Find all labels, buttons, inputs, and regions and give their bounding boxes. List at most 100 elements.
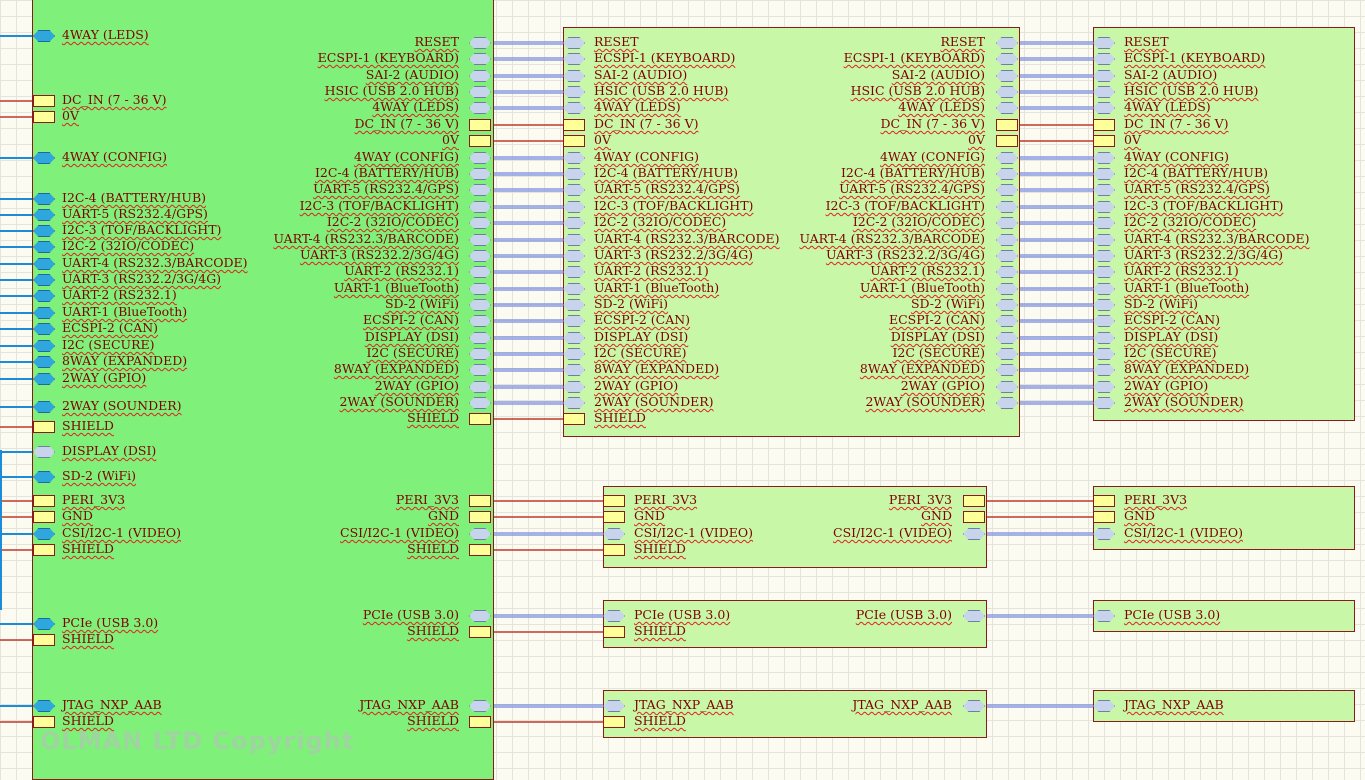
sheetA-left-label: HSIC (USB 2.0 HUB): [594, 83, 729, 98]
sheetA-left-label: UART-5 (RS232.4/GPS): [594, 181, 740, 196]
main-right-label: 4WAY (LEDS): [372, 99, 459, 114]
main-right-label: CSI/I2C-1 (VIDEO): [340, 525, 459, 540]
sheetA-left-pcie_ports-1-port[interactable]: [603, 626, 625, 638]
main-left-label: DC_IN (7 - 36 V): [62, 92, 167, 107]
sheetA-left-jtag_ports-1-port[interactable]: [603, 716, 625, 728]
main-left-label: ECSPI-2 (CAN): [62, 320, 159, 335]
main-right-label: DISPLAY (DSI): [364, 329, 459, 344]
sheetA-right-label: UART-5 (RS232.4/GPS): [839, 181, 985, 196]
sheetA-right-label: I2C-4 (BATTERY/HUB): [840, 165, 985, 180]
sheetB-left-label: JTAG_NXP_AAB: [1124, 697, 1224, 712]
sheetA-right-label: UART-4 (RS232.3/BARCODE): [799, 231, 985, 246]
sheetA-left-label: I2C-2 (32IO/CODEC): [594, 214, 727, 229]
main-right-label: 4WAY (CONFIG): [353, 149, 459, 164]
sheetA-left-video_ports-1-port[interactable]: [603, 511, 625, 523]
main-left-1-port[interactable]: [33, 95, 55, 107]
sheetA-right-bus_ports-6-port[interactable]: [996, 135, 1018, 147]
sheetA-left-label: CSI/I2C-1 (VIDEO): [634, 525, 753, 540]
main-left-label: SD-2 (WiFi): [62, 468, 137, 483]
sheetB-left-bus_ports-5-port[interactable]: [1093, 119, 1115, 131]
sheetA-left-label: I2C-4 (BATTERY/HUB): [594, 165, 739, 180]
sheetA-right-label: DISPLAY (DSI): [890, 329, 985, 344]
sheetA-left-label: RESET: [594, 34, 639, 49]
main-right-label: JTAG_NXP_AAB: [359, 697, 459, 712]
main-left-label: 8WAY (EXPANDED): [62, 353, 188, 368]
sheetB-left-label: PCIe (USB 3.0): [1124, 607, 1221, 622]
main-right-bus_ports-5-port[interactable]: [469, 119, 491, 131]
sheetA-left-label: SAI-2 (AUDIO): [594, 67, 688, 82]
sheetA-right-video_ports-1-port[interactable]: [963, 511, 985, 523]
sheetA-right-label: 8WAY (EXPANDED): [859, 361, 985, 376]
main-right-bus_ports-23-port[interactable]: [469, 413, 491, 425]
main-right-bus_ports-6-port[interactable]: [469, 135, 491, 147]
main-right-label: I2C-3 (TOF/BACKLIGHT): [299, 198, 459, 213]
sheetA-left-video_ports-3-port[interactable]: [603, 544, 625, 556]
main-right-label: PCIe (USB 3.0): [362, 607, 459, 622]
sheetA-right-label: UART-1 (BlueTooth): [859, 280, 985, 295]
sheetA-right-bus_ports-5-port[interactable]: [996, 119, 1018, 131]
sheetA-right-label: SAI-2 (AUDIO): [891, 67, 985, 82]
main-left-21-port[interactable]: [33, 511, 55, 523]
sheetA-right-label: HSIC (USB 2.0 HUB): [850, 83, 985, 98]
main-left-label: 2WAY (GPIO): [62, 370, 147, 385]
main-right-label: RESET: [414, 34, 459, 49]
main-left-20-port[interactable]: [33, 495, 55, 507]
main-right-video_ports-1-port[interactable]: [469, 511, 491, 523]
sheetA-right-label: SD-2 (WiFi): [910, 296, 985, 311]
sheetA-left-bus_ports-6-port[interactable]: [563, 135, 585, 147]
sheetB-left-video_ports-0-port[interactable]: [1093, 495, 1115, 507]
sheetB-left-video_ports-1-port[interactable]: [1093, 511, 1115, 523]
main-left-25-port[interactable]: [33, 634, 55, 646]
main-left-23-port[interactable]: [33, 544, 55, 556]
main-left-17-port[interactable]: [33, 421, 55, 433]
main-left-label: UART-3 (RS232.2/3G/4G): [62, 271, 222, 286]
main-right-video_ports-0-port[interactable]: [469, 495, 491, 507]
sheetB-left-label: I2C-2 (32IO/CODEC): [1124, 214, 1257, 229]
main-left-label: 4WAY (LEDS): [62, 27, 149, 42]
sheetA-right-label: DC_IN (7 - 36 V): [880, 116, 985, 131]
sheetA-left-bus_ports-23-port[interactable]: [563, 413, 585, 425]
main-left-label: I2C-4 (BATTERY/HUB): [62, 190, 207, 205]
main-right-label: HSIC (USB 2.0 HUB): [324, 83, 459, 98]
main-right-jtag_ports-1-port[interactable]: [469, 716, 491, 728]
main-right-label: ECSPI-2 (CAN): [362, 312, 459, 327]
sheetA-right-video_ports-0-port[interactable]: [963, 495, 985, 507]
main-left-label: I2C-2 (32IO/CODEC): [62, 238, 195, 253]
sheetA-right-label: JTAG_NXP_AAB: [852, 697, 952, 712]
sheetA-left-label: JTAG_NXP_AAB: [634, 697, 734, 712]
sheetA-left-bus_ports-5-port[interactable]: [563, 119, 585, 131]
sheetB-left-label: ECSPI-2 (CAN): [1124, 312, 1221, 327]
sheetB-left-label: 4WAY (LEDS): [1124, 99, 1211, 114]
sheetA-right-label: UART-3 (RS232.2/3G/4G): [825, 247, 985, 262]
main-left-2-port[interactable]: [33, 111, 55, 123]
main-right-label: SHIELD: [407, 410, 459, 425]
sheetB-left-label: 2WAY (SOUNDER): [1124, 394, 1244, 409]
main-left-label: DISPLAY (DSI): [62, 443, 157, 458]
sheetB-left-bus_ports-6-port[interactable]: [1093, 135, 1115, 147]
main-right-video_ports-3-port[interactable]: [469, 544, 491, 556]
main-right-label: SHIELD: [407, 713, 459, 728]
main-right-label: UART-3 (RS232.2/3G/4G): [299, 247, 459, 262]
sheetB-left-label: PERI_3V3: [1124, 492, 1188, 507]
main-right-pcie_ports-1-port[interactable]: [469, 626, 491, 638]
sheetA-left-label: UART-2 (RS232.1): [594, 263, 709, 278]
main-left-label: UART-5 (RS232.4/GPS): [62, 206, 208, 221]
sheetA-left-video_ports-0-port[interactable]: [603, 495, 625, 507]
main-right-label: I2C-4 (BATTERY/HUB): [314, 165, 459, 180]
main-left-label: SHIELD: [62, 418, 114, 433]
main-left-label: UART-1 (BlueTooth): [62, 304, 188, 319]
main-right-label: 0V: [442, 132, 459, 147]
main-left-label: 2WAY (SOUNDER): [62, 398, 182, 413]
sheetA-right-label: 4WAY (CONFIG): [879, 149, 985, 164]
sheetB-left-label: DC_IN (7 - 36 V): [1124, 116, 1229, 131]
sheetA-left-label: ECSPI-2 (CAN): [594, 312, 691, 327]
sheetA-left-label: UART-1 (BlueTooth): [594, 280, 720, 295]
sheetA-right-label: RESET: [940, 34, 985, 49]
copyright-watermark: OLMAN LTD Copyright: [40, 727, 355, 755]
sheetA-right-label: GND: [921, 508, 952, 523]
main-right-label: SAI-2 (AUDIO): [365, 67, 459, 82]
main-left-label: PERI_3V3: [62, 492, 126, 507]
sheetB-left-label: UART-3 (RS232.2/3G/4G): [1124, 247, 1284, 262]
sheetA-left-label: 2WAY (SOUNDER): [594, 394, 714, 409]
main-right-label: UART-4 (RS232.3/BARCODE): [273, 231, 459, 246]
